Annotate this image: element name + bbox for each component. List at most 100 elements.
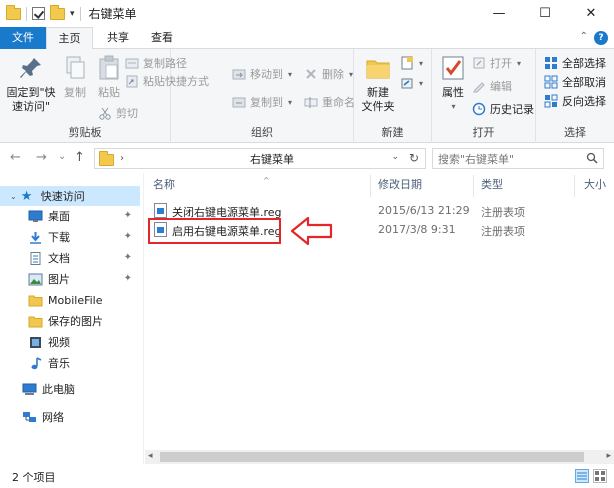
nav-item-downloads[interactable]: 下载 ✦ xyxy=(0,227,140,247)
download-icon xyxy=(28,231,43,244)
organize-group-label: 组织 xyxy=(251,126,273,139)
folder-icon xyxy=(28,294,43,307)
new-folder-icon[interactable] xyxy=(50,4,65,20)
tab-view[interactable]: 查看 xyxy=(142,27,182,49)
scrollbar-thumb[interactable] xyxy=(160,452,584,462)
move-to-icon xyxy=(232,67,246,81)
copy-to-icon xyxy=(232,95,246,109)
organize-group: 移动到 ▾ 复制到 ▾ 删除 ▾ 重命名 组织 xyxy=(171,49,355,143)
paste-icon xyxy=(94,53,124,83)
customize-toolbar-dropdown[interactable]: ▾ xyxy=(70,9,75,19)
select-group: 全部选择 全部取消 反向选择 选择 xyxy=(536,49,614,143)
file-list: 名称 ^ 修改日期 类型 大小 关闭右键电源菜单.reg 2015/6/13 2… xyxy=(145,173,614,464)
easy-access-icon xyxy=(400,76,414,90)
open-icon xyxy=(472,56,486,70)
up-button[interactable]: ↑ xyxy=(74,150,85,165)
column-header-type[interactable]: 类型 xyxy=(481,177,577,197)
maximize-button[interactable]: ☐ xyxy=(522,0,568,27)
paste-button[interactable]: 粘贴 xyxy=(94,53,124,100)
nav-item-music[interactable]: 音乐 xyxy=(0,353,140,373)
tab-share[interactable]: 共享 xyxy=(98,27,138,49)
video-icon xyxy=(28,336,43,349)
tab-home[interactable]: 主页 xyxy=(46,27,93,50)
new-item-button[interactable]: ▾ xyxy=(400,54,423,72)
breadcrumb-current[interactable]: 右键菜单 xyxy=(250,151,294,167)
nav-item-quick-access[interactable]: ⌄ ★ 快速访问 xyxy=(0,186,140,206)
pin-quick-access-button[interactable]: 固定到"快 速访问" xyxy=(6,53,56,114)
pin-icon[interactable]: ✦ xyxy=(124,252,132,263)
close-button[interactable]: ✕ xyxy=(568,0,614,27)
refresh-icon[interactable]: ↻ xyxy=(409,151,419,165)
nav-item-network[interactable]: 网络 xyxy=(0,407,140,427)
sort-ascending-icon: ^ xyxy=(263,176,270,185)
search-icon xyxy=(586,152,598,164)
address-dropdown-icon[interactable]: ⌄ xyxy=(391,152,399,162)
collapse-chevron-icon[interactable]: ⌄ xyxy=(10,192,17,201)
new-group-label: 新建 xyxy=(381,126,404,139)
nav-item-saved-pictures[interactable]: 保存的图片 xyxy=(0,311,140,331)
folder-icon xyxy=(28,315,43,328)
history-button[interactable]: 历史记录 xyxy=(472,100,534,118)
column-header-size[interactable]: 大小 xyxy=(584,177,614,197)
select-none-button[interactable]: 全部取消 xyxy=(544,73,606,91)
file-modified: 2017/3/8 9:31 xyxy=(378,223,456,236)
move-to-button[interactable]: 移动到 ▾ xyxy=(232,65,292,83)
details-view-button[interactable] xyxy=(575,469,589,483)
clipboard-group: 固定到"快 速访问" 复制 粘贴 复制路径 粘贴快捷方式 剪切 剪贴板 xyxy=(0,49,209,143)
delete-button[interactable]: 删除 ▾ xyxy=(304,65,353,83)
horizontal-scrollbar[interactable]: ◂ ▸ xyxy=(145,450,614,464)
folder-icon xyxy=(6,4,21,20)
copy-icon xyxy=(60,53,90,83)
desktop-icon xyxy=(28,210,43,223)
nav-item-documents[interactable]: 文档 ✦ xyxy=(0,248,140,268)
large-icons-view-button[interactable] xyxy=(593,469,607,483)
address-bar[interactable]: › 右键菜单 ⌄ ↻ xyxy=(94,148,426,169)
item-count: 2 个项目 xyxy=(12,471,56,484)
select-all-icon xyxy=(544,56,558,70)
select-all-button[interactable]: 全部选择 xyxy=(544,54,606,72)
nav-item-this-pc[interactable]: 此电脑 xyxy=(0,379,140,399)
nav-item-videos[interactable]: 视频 xyxy=(0,332,140,352)
column-header-name[interactable]: 名称 ^ xyxy=(153,176,375,197)
forward-button[interactable]: → xyxy=(36,150,47,165)
pin-icon[interactable]: ✦ xyxy=(124,210,132,221)
new-folder-button[interactable]: 新建 文件夹 xyxy=(360,53,396,114)
column-header-modified[interactable]: 修改日期 xyxy=(378,177,474,197)
collapse-ribbon-icon[interactable]: ⌃ xyxy=(580,31,588,42)
help-icon[interactable]: ? xyxy=(594,31,608,45)
nav-item-desktop[interactable]: 桌面 ✦ xyxy=(0,206,140,226)
new-group: 新建 文件夹 ▾ ▾ 新建 xyxy=(354,49,432,143)
scroll-right-icon[interactable]: ▸ xyxy=(606,451,611,461)
title-bar: ▾ 右键菜单 — ☐ ✕ xyxy=(0,0,614,27)
history-clock-icon xyxy=(472,102,486,116)
easy-access-button[interactable]: ▾ xyxy=(400,74,423,92)
pin-icon xyxy=(16,53,46,83)
tab-file[interactable]: 文件 xyxy=(0,27,46,49)
breadcrumb-chevron-icon[interactable]: › xyxy=(120,153,124,164)
pin-icon[interactable]: ✦ xyxy=(124,231,132,242)
properties-button[interactable]: 属性 ▾ xyxy=(438,53,468,114)
cut-button[interactable]: 剪切 xyxy=(98,104,138,122)
file-type: 注册表项 xyxy=(481,225,525,238)
open-group: 属性 ▾ 打开 ▾ 编辑 历史记录 打开 xyxy=(432,49,536,143)
paste-shortcut-icon xyxy=(125,74,139,88)
pin-icon[interactable]: ✦ xyxy=(124,273,132,284)
search-input[interactable]: 搜索"右键菜单" xyxy=(432,148,604,169)
properties-check-icon[interactable] xyxy=(32,7,45,20)
rename-button[interactable]: 重命名 xyxy=(304,93,355,111)
invert-selection-button[interactable]: 反向选择 xyxy=(544,92,606,110)
nav-pane-divider[interactable] xyxy=(140,173,144,464)
edit-button[interactable]: 编辑 xyxy=(472,77,512,95)
new-folder-icon xyxy=(363,53,393,83)
open-button[interactable]: 打开 ▾ xyxy=(472,54,521,72)
nav-item-mobilefile[interactable]: MobileFile xyxy=(0,290,140,310)
nav-item-pictures[interactable]: 图片 ✦ xyxy=(0,269,140,289)
recent-locations-dropdown[interactable]: ⌄ xyxy=(58,151,66,162)
music-icon xyxy=(28,356,43,370)
minimize-button[interactable]: — xyxy=(476,0,522,27)
scroll-left-icon[interactable]: ◂ xyxy=(148,451,153,461)
copy-button[interactable]: 复制 xyxy=(58,53,92,100)
address-toolbar: ← → ⌄ ↑ › 右键菜单 ⌄ ↻ 搜索"右键菜单" xyxy=(0,143,614,173)
back-button[interactable]: ← xyxy=(10,150,21,165)
copy-to-button[interactable]: 复制到 ▾ xyxy=(232,93,292,111)
